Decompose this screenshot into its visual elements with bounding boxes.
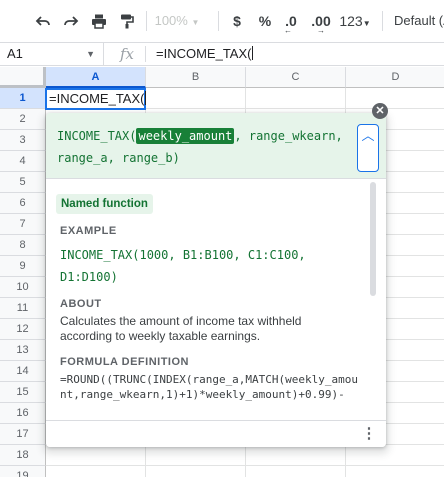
example-heading: EXAMPLE bbox=[60, 225, 117, 237]
row-header[interactable]: 5 bbox=[0, 172, 46, 193]
decrease-decimals-button[interactable]: .0 ← bbox=[280, 10, 302, 35]
formula-input[interactable]: =INCOME_TAX( bbox=[156, 43, 253, 65]
function-signature-area: INCOME_TAX(weekly_amount, range_wkearn, … bbox=[46, 113, 386, 179]
toolbar-divider bbox=[382, 11, 383, 31]
row-header[interactable]: 19 bbox=[0, 466, 46, 477]
more-options-icon[interactable]: ⋮ bbox=[359, 424, 379, 444]
about-heading: ABOUT bbox=[60, 298, 102, 310]
help-scrollbar[interactable] bbox=[370, 182, 376, 296]
row-header[interactable]: 8 bbox=[0, 235, 46, 256]
row-header[interactable]: 6 bbox=[0, 193, 46, 214]
formula-definition-code: =ROUND((TRUNC(INDEX(range_a,MATCH(weekly… bbox=[60, 373, 359, 401]
print-icon[interactable] bbox=[88, 10, 110, 32]
function-signature: INCOME_TAX(weekly_amount, range_wkearn, … bbox=[57, 125, 347, 169]
column-header-a[interactable]: A bbox=[46, 67, 146, 88]
number-format-select[interactable]: 123▼ bbox=[338, 10, 372, 32]
row-header[interactable]: 3 bbox=[0, 130, 46, 151]
example-code: INCOME_TAX(1000, B1:B100, C1:C100, D1:D1… bbox=[60, 248, 306, 284]
signature-active-argument: weekly_amount bbox=[136, 128, 235, 144]
column-header-c[interactable]: C bbox=[246, 67, 346, 88]
redo-icon[interactable] bbox=[60, 10, 82, 32]
about-text: Calculates the amount of income tax with… bbox=[60, 314, 302, 343]
undo-icon[interactable] bbox=[32, 10, 54, 32]
fx-icon: fx bbox=[119, 45, 134, 63]
formula-help-popup: INCOME_TAX(weekly_amount, range_wkearn, … bbox=[46, 113, 386, 447]
column-header-d[interactable]: D bbox=[346, 67, 444, 88]
active-cell-a1[interactable]: =INCOME_TAX( bbox=[45, 88, 146, 110]
row-header[interactable]: 11 bbox=[0, 298, 46, 319]
row-header[interactable]: 9 bbox=[0, 256, 46, 277]
close-icon[interactable]: ✕ bbox=[372, 103, 388, 119]
row-header[interactable]: 14 bbox=[0, 361, 46, 382]
collapse-help-button[interactable]: ︿ bbox=[357, 124, 379, 172]
chevron-down-icon: ▼ bbox=[86, 49, 95, 59]
name-box-value: A1 bbox=[7, 46, 23, 61]
increase-decimals-button[interactable]: .00 → bbox=[308, 10, 334, 35]
paint-format-icon[interactable] bbox=[116, 10, 138, 32]
row-header[interactable]: 2 bbox=[0, 109, 46, 130]
formula-help-footer: ⋮ bbox=[46, 420, 386, 447]
row-header[interactable]: 15 bbox=[0, 382, 46, 403]
number-format-label: 123 bbox=[339, 13, 363, 29]
currency-format-button[interactable]: $ bbox=[228, 10, 246, 32]
zoom-value: 100% bbox=[154, 13, 188, 28]
row-header[interactable]: 17 bbox=[0, 424, 46, 445]
row-header[interactable]: 7 bbox=[0, 214, 46, 235]
active-cell-editor-text[interactable]: =INCOME_TAX( bbox=[49, 91, 146, 106]
named-function-badge: Named function bbox=[56, 194, 153, 214]
row-header[interactable]: 1 bbox=[0, 88, 46, 109]
row-header[interactable]: 4 bbox=[0, 151, 46, 172]
row-header[interactable]: 16 bbox=[0, 403, 46, 424]
toolbar-divider bbox=[218, 11, 219, 31]
zoom-select[interactable]: 100% ▼ bbox=[154, 10, 200, 32]
formula-definition-heading: FORMULA DEFINITION bbox=[60, 356, 189, 368]
row-header[interactable]: 13 bbox=[0, 340, 46, 361]
toolbar: 100% ▼ $ % .0← .00→ 123▼ Default (A bbox=[0, 0, 444, 42]
formula-bar-divider bbox=[145, 46, 146, 62]
formula-bar: A1 ▼ fx =INCOME_TAX( bbox=[0, 42, 444, 66]
row-header[interactable]: 18 bbox=[0, 445, 46, 466]
select-all-corner[interactable] bbox=[0, 67, 46, 88]
formula-help-body: Named function EXAMPLE INCOME_TAX(1000, … bbox=[46, 180, 386, 420]
signature-function-name: INCOME_TAX( bbox=[57, 129, 137, 143]
name-box[interactable]: A1 ▼ bbox=[0, 43, 104, 65]
row-header[interactable]: 10 bbox=[0, 277, 46, 298]
row-header[interactable]: 12 bbox=[0, 319, 46, 340]
font-select[interactable]: Default (A bbox=[394, 10, 444, 32]
toolbar-divider bbox=[146, 11, 147, 31]
percent-format-button[interactable]: % bbox=[256, 10, 274, 32]
column-header-b[interactable]: B bbox=[146, 67, 246, 88]
chevron-up-icon: ︿ bbox=[361, 128, 375, 143]
